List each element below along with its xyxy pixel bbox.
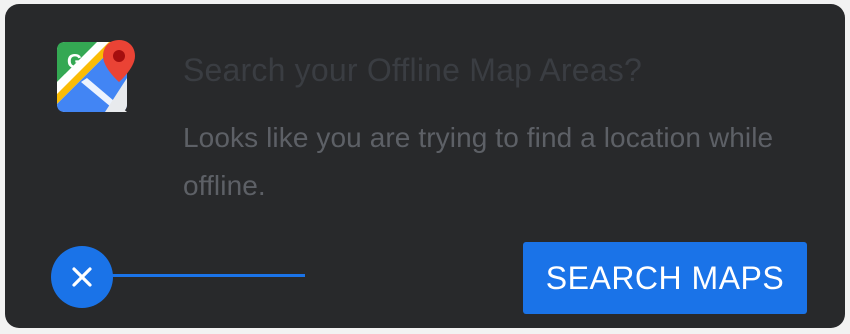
swipe-track — [105, 274, 305, 277]
dismiss-button[interactable] — [51, 246, 113, 308]
svg-text:G: G — [67, 51, 83, 73]
offline-search-dialog: G Search your Offline Map Areas? Looks l… — [5, 4, 845, 328]
dialog-message: Looks like you are trying to find a loca… — [183, 122, 774, 201]
dialog-title: Search your Offline Map Areas? — [183, 52, 642, 88]
close-icon — [72, 267, 92, 287]
search-maps-button[interactable]: SEARCH MAPS — [523, 242, 807, 314]
google-maps-icon: G — [57, 38, 135, 116]
